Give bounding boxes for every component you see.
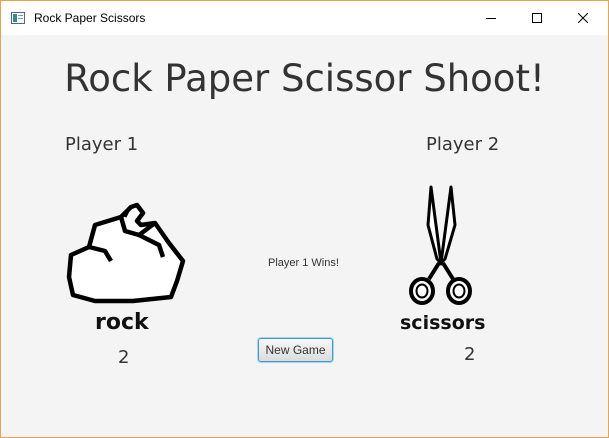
player1-label: Player 1 bbox=[65, 134, 139, 155]
close-button[interactable] bbox=[560, 1, 606, 35]
app-icon bbox=[11, 12, 25, 24]
new-game-button[interactable]: New Game bbox=[258, 338, 333, 362]
minimize-button[interactable] bbox=[468, 1, 514, 35]
close-icon bbox=[578, 13, 588, 23]
app-window: Rock Paper Scissors Rock Paper Scissor S… bbox=[0, 0, 609, 438]
scissors-icon bbox=[409, 185, 472, 305]
player2-score: 2 bbox=[464, 344, 476, 365]
result-text: Player 1 Wins! bbox=[268, 257, 339, 269]
rock-icon bbox=[66, 202, 186, 304]
player2-label: Player 2 bbox=[426, 134, 500, 155]
maximize-icon bbox=[532, 13, 542, 23]
game-area: Rock Paper Scissor Shoot! Player 1 Playe… bbox=[1, 35, 608, 437]
player1-choice-label: rock bbox=[95, 310, 149, 335]
minimize-icon bbox=[486, 18, 496, 19]
player2-choice-label: scissors bbox=[400, 312, 486, 334]
maximize-button[interactable] bbox=[514, 1, 560, 35]
window-title: Rock Paper Scissors bbox=[34, 11, 146, 25]
player1-score: 2 bbox=[118, 347, 130, 368]
page-title: Rock Paper Scissor Shoot! bbox=[64, 57, 545, 100]
title-bar[interactable]: Rock Paper Scissors bbox=[1, 1, 608, 35]
